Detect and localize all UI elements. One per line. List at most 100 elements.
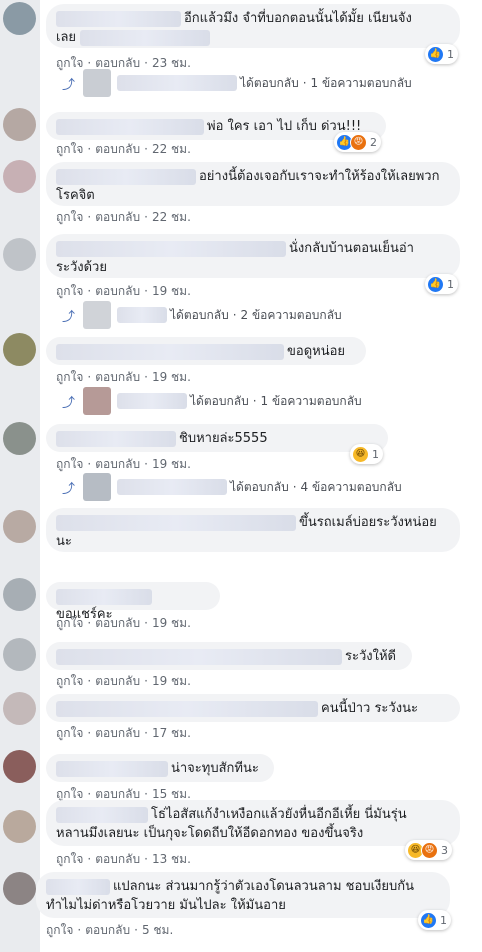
blurred-name — [56, 119, 204, 135]
reply-summary[interactable]: ⤴ ได้ตอบกลับ · 1 ข้อความตอบกลับ — [62, 387, 362, 415]
comment-actions: ถูกใจ · ตอบกลับ · 22 ชม. — [56, 142, 191, 156]
blurred-name — [56, 241, 286, 257]
comment-text: น่าจะทุบสักทีนะ — [171, 761, 259, 776]
reply-count: 2 ข้อความตอบกลับ — [240, 307, 342, 322]
reply-link[interactable]: ตอบกลับ — [95, 674, 140, 688]
blurred-name — [56, 701, 318, 717]
reaction-summary[interactable]: 👍 😡 2 — [334, 132, 381, 152]
comment-actions: ถูกใจ · ตอบกลับ · 19 ชม. — [56, 674, 191, 688]
reply-link[interactable]: ตอบกลับ — [95, 457, 140, 471]
comment-actions: ถูกใจ · ตอบกลับ · 19 ชม. — [56, 370, 191, 384]
comment-actions: ถูกใจ · ตอบกลับ · 19 ชม. — [56, 284, 191, 298]
blurred-name — [46, 879, 110, 895]
reaction-summary[interactable]: 👍 1 — [425, 44, 458, 64]
avatar[interactable] — [3, 108, 36, 141]
timestamp: 15 ชม. — [151, 787, 191, 801]
reply-link[interactable]: ตอบกลับ — [95, 284, 140, 298]
comment-actions: ถูกใจ · ตอบกลับ · 17 ชม. — [56, 726, 191, 740]
like-reaction-icon: 👍 — [420, 911, 437, 929]
like-link[interactable]: ถูกใจ — [56, 457, 83, 471]
like-link[interactable]: ถูกใจ — [56, 852, 83, 866]
avatar[interactable] — [3, 578, 36, 611]
reply-link[interactable]: ตอบกลับ — [95, 726, 140, 740]
timestamp: 19 ชม. — [151, 457, 191, 471]
timestamp: 23 ชม. — [151, 56, 191, 70]
comment-text: นั่งกลับบ้านตอนเย็นอ่า — [289, 241, 414, 256]
comment-bubble: อีกแล้วมึง จำที่บอกตอนนั้นได้มั้ย เนียนจ… — [46, 4, 460, 48]
comment-text-line2: เลย — [56, 29, 77, 45]
reply-count: 4 ข้อความตอบกลับ — [300, 479, 402, 494]
blurred-name — [56, 431, 176, 447]
reply-link[interactable]: ตอบกลับ — [95, 210, 140, 224]
avatar[interactable] — [3, 160, 36, 193]
reply-link[interactable]: ตอบกลับ — [95, 616, 140, 630]
like-link[interactable]: ถูกใจ — [56, 284, 83, 298]
reply-link[interactable]: ตอบกลับ — [95, 142, 140, 156]
comment-text: อย่างนี้ต้องเจอกับเราจะทำให้ร้องให้เลยพว… — [199, 169, 440, 184]
reply-summary[interactable]: ⤴ ได้ตอบกลับ · 1 ข้อความตอบกลับ — [62, 69, 412, 97]
timestamp: 22 ชม. — [151, 210, 191, 224]
comment-actions: ถูกใจ · ตอบกลับ · 13 ชม. — [56, 852, 191, 866]
blurred-name — [56, 649, 342, 665]
like-link[interactable]: ถูกใจ — [56, 787, 83, 801]
avatar[interactable] — [3, 510, 36, 543]
like-link[interactable]: ถูกใจ — [56, 210, 83, 224]
avatar[interactable] — [3, 750, 36, 783]
comment-actions: ถูกใจ · ตอบกลับ · 5 ชม. — [46, 923, 174, 937]
reaction-summary[interactable]: 👍 1 — [425, 274, 458, 294]
comment-bubble: ขอแชร์คะ — [46, 582, 220, 622]
timestamp: 19 ชม. — [151, 370, 191, 384]
reply-summary[interactable]: ⤴ ได้ตอบกลับ · 2 ข้อความตอบกลับ — [62, 301, 342, 329]
avatar[interactable] — [3, 810, 36, 843]
blurred-name — [117, 307, 168, 323]
comment-text: คนนี้ป่าว ระวังนะ — [321, 701, 418, 716]
like-link[interactable]: ถูกใจ — [56, 674, 83, 688]
like-link[interactable]: ถูกใจ — [56, 370, 83, 384]
comment-bubble: ชิบหายล่ะ5555 — [46, 424, 388, 452]
reaction-count: 1 — [372, 447, 379, 461]
comment-actions: ถูกใจ · ตอบกลับ · 19 ชม. — [56, 616, 191, 630]
reaction-count: 2 — [370, 135, 377, 149]
angry-reaction-icon: 😡 — [421, 841, 438, 859]
comment-text: อีกแล้วมึง จำที่บอกตอนนั้นได้มั้ย เนียนจ… — [184, 11, 412, 26]
reaction-summary[interactable]: 😆 1 — [350, 444, 383, 464]
avatar[interactable] — [3, 333, 36, 366]
avatar[interactable] — [3, 638, 36, 671]
reply-replied-label: ได้ตอบกลับ — [240, 75, 299, 90]
blurred-name — [117, 479, 228, 495]
reaction-count: 1 — [440, 913, 447, 927]
comment-bubble: น่าจะทุบสักทีนะ — [46, 754, 274, 782]
reaction-summary[interactable]: 😆 😡 3 — [405, 840, 452, 860]
comment-text: แปลกนะ ส่วนมากรู้ว่าตัวเองโดนลวนลาม ชอบเ… — [113, 879, 414, 894]
reply-link[interactable]: ตอบกลับ — [95, 787, 140, 801]
like-link[interactable]: ถูกใจ — [56, 142, 83, 156]
reply-link[interactable]: ตอบกลับ — [95, 370, 140, 384]
like-link[interactable]: ถูกใจ — [56, 616, 83, 630]
reaction-count: 3 — [441, 843, 448, 857]
comment-text-line2: ระวังด้วย — [56, 259, 107, 275]
reaction-count: 1 — [447, 277, 454, 291]
reply-link[interactable]: ตอบกลับ — [85, 923, 130, 937]
avatar[interactable] — [3, 422, 36, 455]
like-link[interactable]: ถูกใจ — [46, 923, 73, 937]
reply-link[interactable]: ตอบกลับ — [95, 852, 140, 866]
reply-arrow-icon: ⤴ — [62, 309, 76, 325]
like-link[interactable]: ถูกใจ — [56, 726, 83, 740]
avatar[interactable] — [3, 238, 36, 271]
avatar[interactable] — [3, 872, 36, 905]
reply-arrow-icon: ⤴ — [62, 77, 76, 93]
timestamp: 19 ชม. — [151, 616, 191, 630]
avatar[interactable] — [3, 692, 36, 725]
reply-replied-label: ได้ตอบกลับ — [230, 479, 289, 494]
like-link[interactable]: ถูกใจ — [56, 56, 83, 70]
avatar — [83, 69, 112, 97]
reaction-count: 1 — [447, 47, 454, 61]
reaction-summary[interactable]: 👍 1 — [418, 910, 451, 930]
haha-reaction-icon: 😆 — [352, 445, 369, 463]
reply-arrow-icon: ⤴ — [62, 481, 76, 497]
reply-link[interactable]: ตอบกลับ — [95, 56, 140, 70]
avatar[interactable] — [3, 2, 36, 35]
comment-bubble: ขึ้นรถเมล์บ่อยระวังหน่อย นะ — [46, 508, 460, 552]
reply-summary[interactable]: ⤴ ได้ตอบกลับ · 4 ข้อความตอบกลับ — [62, 473, 402, 501]
comment-text-line2: โรคจิต — [56, 187, 95, 203]
